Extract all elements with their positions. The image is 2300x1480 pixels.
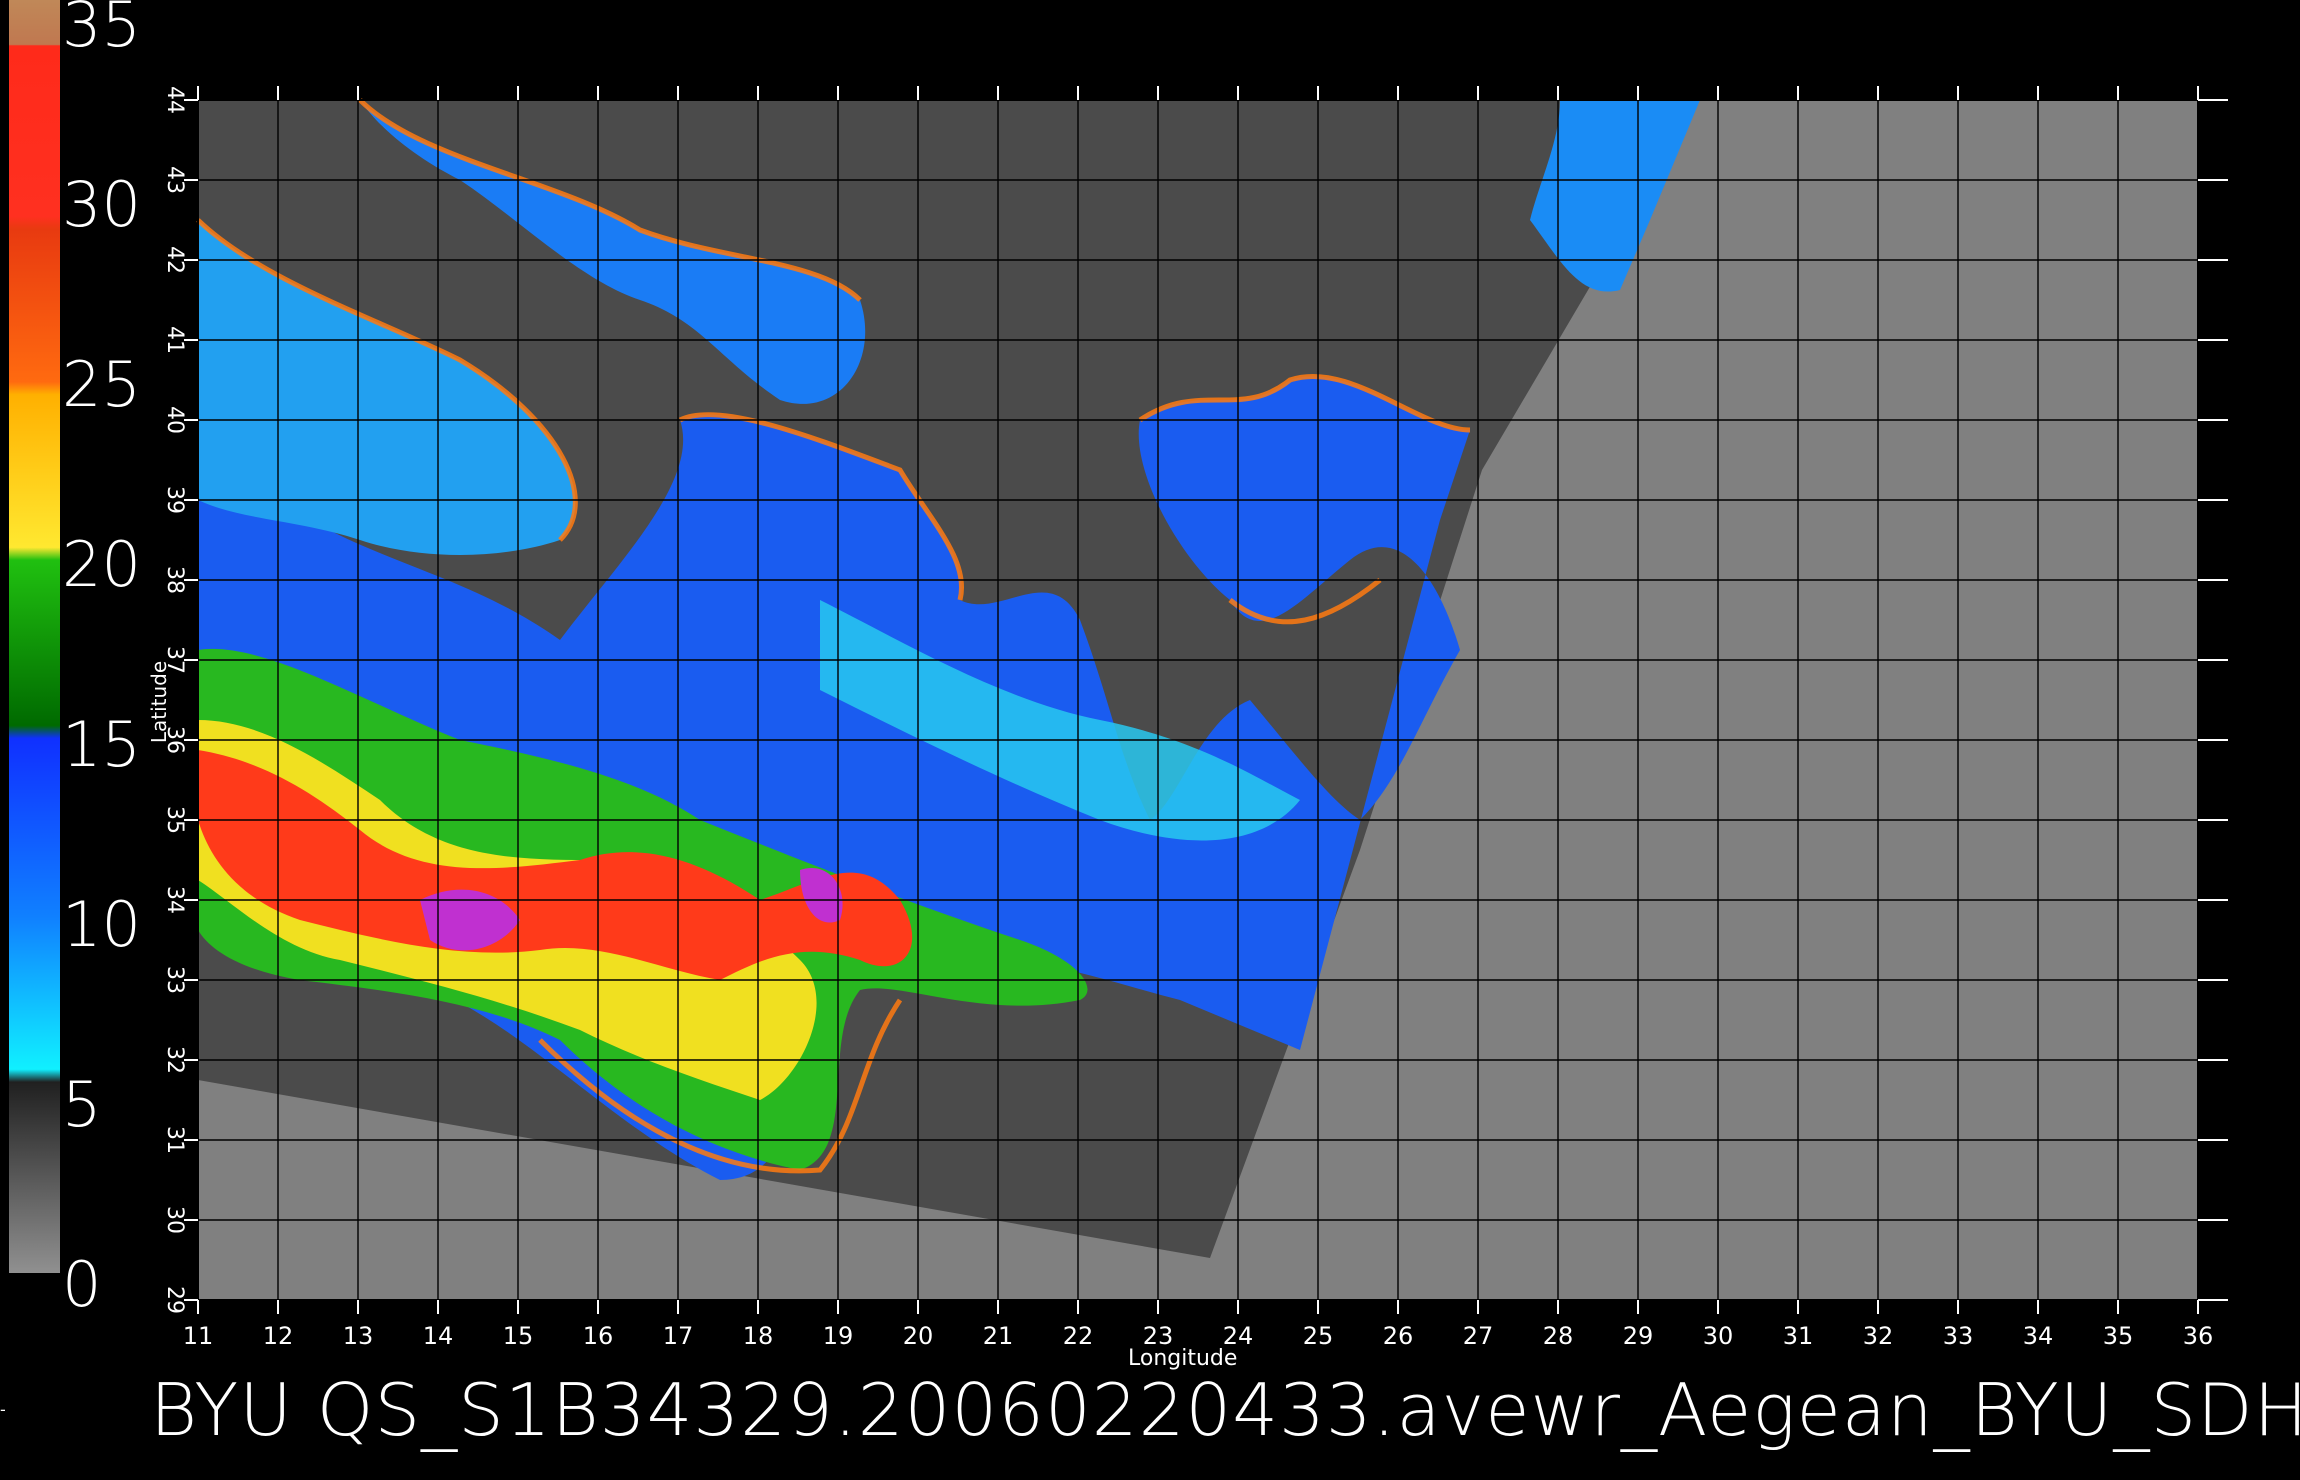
y-tick-label: 38 (162, 566, 187, 594)
x-tick-label: 21 (983, 1322, 1014, 1350)
left-edge-mark: - (0, 1400, 6, 1419)
y-tick-label: 42 (162, 246, 187, 274)
y-tick-label: 32 (162, 1046, 187, 1074)
y-tick-label: 44 (162, 86, 187, 114)
x-tick-label: 32 (1863, 1322, 1894, 1350)
y-tick-label: 30 (162, 1206, 187, 1234)
x-tick-label: 30 (1703, 1322, 1734, 1350)
y-tick-label: 39 (162, 486, 187, 514)
wind-map: 11 12 13 14 15 16 17 18 19 20 21 22 23 24 25 26 27 28 29 30… (162, 86, 2228, 1350)
y-tick-label: 41 (162, 326, 187, 354)
x-tick-label: 11 (183, 1322, 214, 1350)
x-tick-label: 20 (903, 1322, 934, 1350)
x-tick-label: 19 (823, 1322, 854, 1350)
x-tick-label: 25 (1303, 1322, 1334, 1350)
y-tick-label: 34 (162, 886, 187, 914)
x-tick-label: 13 (343, 1322, 374, 1350)
x-tick-label: 27 (1463, 1322, 1494, 1350)
x-tick-label: 26 (1383, 1322, 1414, 1350)
x-tick-label: 36 (2183, 1322, 2214, 1350)
x-tick-label: 34 (2023, 1322, 2054, 1350)
latitude-axis-title: Latitude (147, 660, 172, 744)
x-tick-label: 28 (1543, 1322, 1574, 1350)
x-tick-label: 15 (503, 1322, 534, 1350)
x-tick-label: 16 (583, 1322, 614, 1350)
x-tick-label: 35 (2103, 1322, 2134, 1350)
x-tick-label: 14 (423, 1322, 454, 1350)
x-tick-label: 33 (1943, 1322, 1974, 1350)
x-tick-label: 31 (1783, 1322, 1814, 1350)
y-tick-label: 40 (162, 406, 187, 434)
y-tick-label: 29 (162, 1286, 187, 1314)
y-tick-label: 43 (162, 166, 187, 194)
y-tick-label: 33 (162, 966, 187, 994)
x-tick-label: 29 (1623, 1322, 1654, 1350)
y-tick-label: 35 (162, 806, 187, 834)
image-title: BYU QS_S1B34329.20060220433.avewr_Aegean… (150, 1368, 2300, 1452)
x-tick-label: 22 (1063, 1322, 1094, 1350)
x-tick-label: 12 (263, 1322, 294, 1350)
x-tick-label: 18 (743, 1322, 774, 1350)
x-tick-label: 17 (663, 1322, 694, 1350)
y-tick-label: 31 (162, 1126, 187, 1154)
